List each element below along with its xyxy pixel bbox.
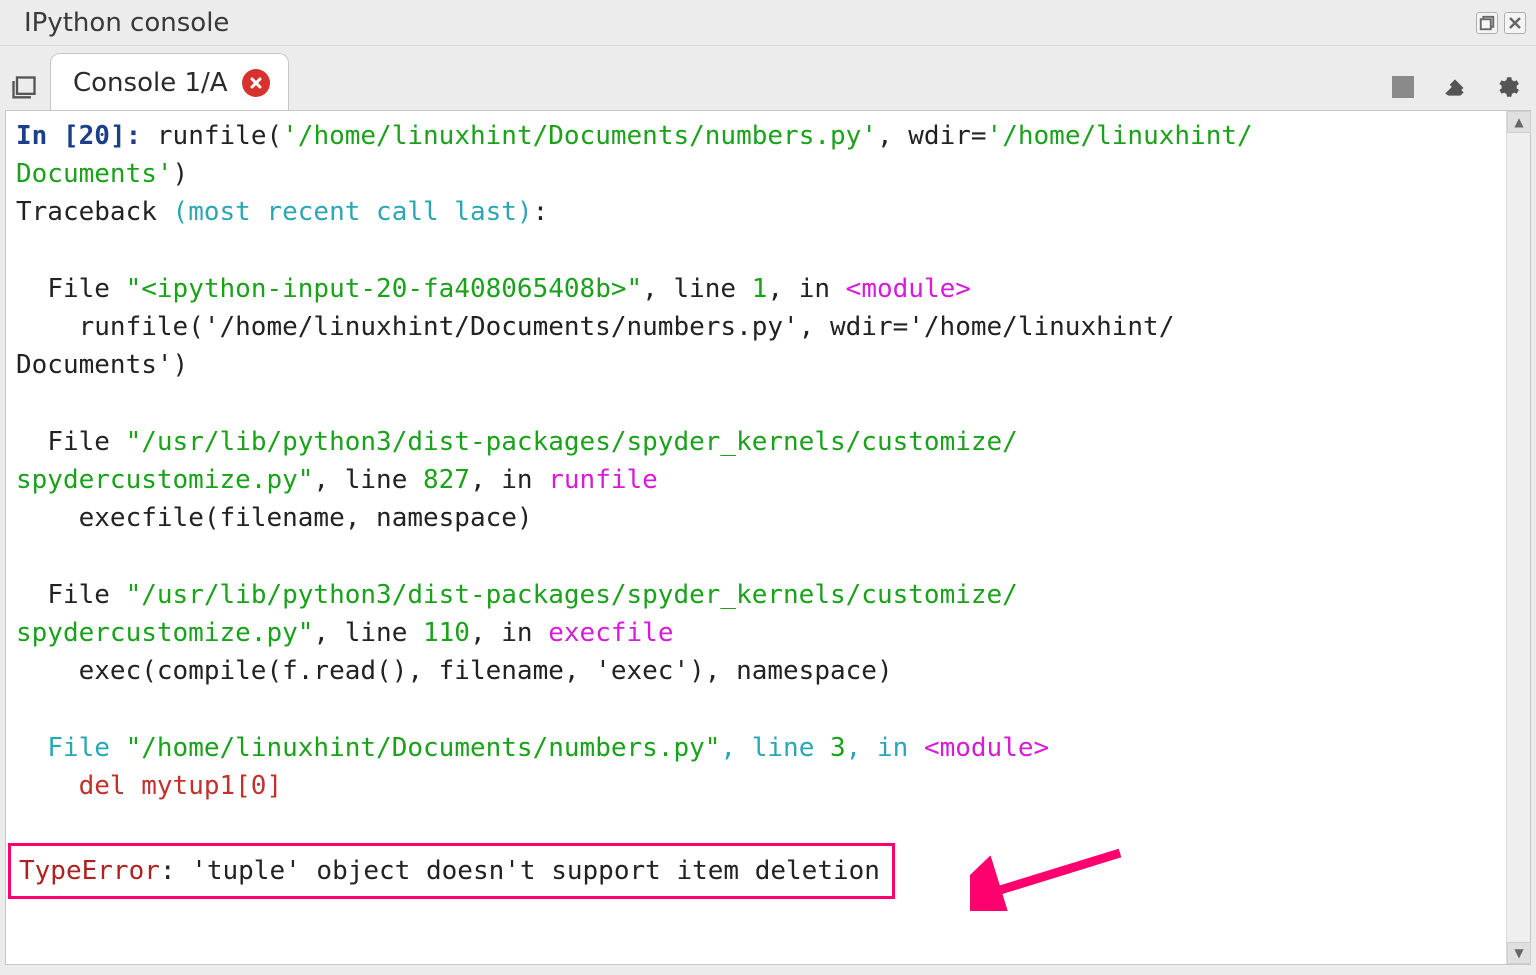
frame-2: File "/usr/lib/python3/dist-packages/spy… — [16, 427, 1018, 495]
scroll-down-icon[interactable]: ▼ — [1507, 942, 1531, 964]
console-output[interactable]: In [20]: runfile('/home/linuxhint/Docume… — [6, 111, 1506, 964]
panel-titlebar: IPython console — [0, 0, 1536, 46]
restore-window-icon[interactable] — [1476, 12, 1498, 34]
close-panel-icon[interactable] — [1504, 12, 1526, 34]
error-message: : 'tuple' object doesn't support item de… — [160, 856, 880, 886]
stop-button[interactable] — [1388, 72, 1418, 102]
error-highlight-box: TypeError: 'tuple' object doesn't suppor… — [8, 843, 895, 899]
ipython-console-panel: IPython console Console 1/A — [0, 0, 1536, 975]
scroll-up-icon[interactable]: ▲ — [1507, 111, 1531, 133]
error-type: TypeError — [19, 856, 160, 886]
tab-label: Console 1/A — [73, 68, 228, 98]
browse-tabs-button[interactable] — [4, 68, 44, 108]
tab-console-1a[interactable]: Console 1/A — [50, 53, 289, 111]
tab-close-icon[interactable] — [242, 69, 270, 97]
console-scroll-area[interactable]: In [20]: runfile('/home/linuxhint/Docume… — [5, 110, 1531, 965]
frame-3: File "/usr/lib/python3/dist-packages/spy… — [16, 580, 1018, 648]
window-buttons — [1476, 12, 1526, 34]
console-toolbar — [1388, 72, 1522, 102]
options-gear-icon[interactable] — [1492, 72, 1522, 102]
prompt-count: 20 — [79, 121, 110, 151]
traceback-head: Traceback (most recent call last): — [16, 197, 548, 227]
frame-4: File "/home/linuxhint/Documents/numbers.… — [47, 733, 1049, 763]
prompt-in: In — [16, 121, 47, 151]
console-body: In [20]: runfile('/home/linuxhint/Docume… — [0, 110, 1536, 975]
vertical-scrollbar[interactable]: ▲ ▼ — [1506, 111, 1530, 964]
clear-button[interactable] — [1440, 72, 1470, 102]
panel-title: IPython console — [24, 8, 229, 38]
tab-row: Console 1/A — [0, 46, 1536, 110]
stop-icon — [1392, 76, 1414, 98]
frame-1: File "<ipython-input-20-fa408065408b>", … — [47, 274, 971, 304]
